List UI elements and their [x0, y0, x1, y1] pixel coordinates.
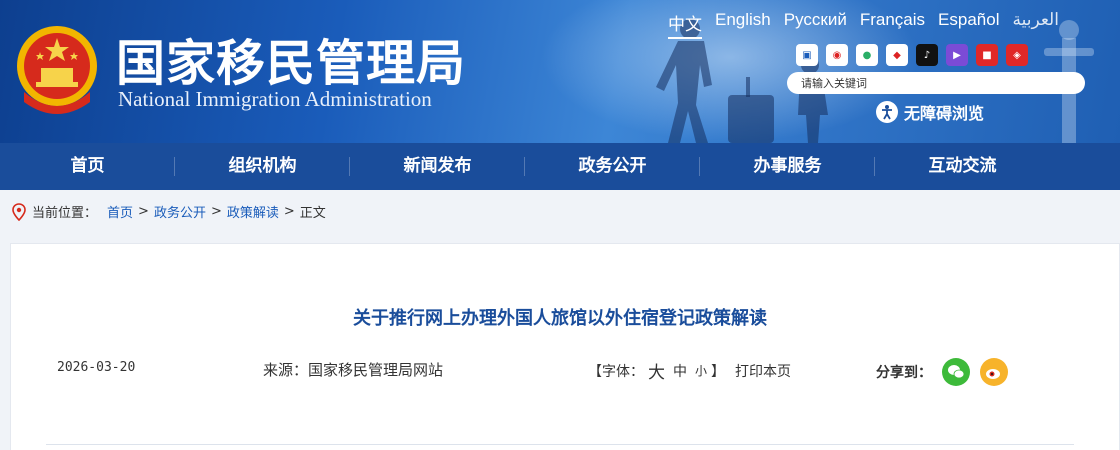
- breadcrumb-separator: >: [138, 204, 149, 219]
- media-icon[interactable]: ◆: [886, 44, 908, 66]
- lang-french[interactable]: Français: [860, 10, 925, 39]
- language-switcher: 中文 English Русский Français Español العر…: [668, 10, 1072, 39]
- article-card: [10, 243, 1120, 450]
- breadcrumb: 当前位置： 首页 > 政务公开 > 政策解读 > 正文: [12, 202, 326, 221]
- breadcrumb-link-government-affairs[interactable]: 政务公开: [154, 202, 206, 221]
- article-source: 来源：国家移民管理局网站: [263, 361, 444, 379]
- weibo-icon[interactable]: ◉: [826, 44, 848, 66]
- social-links: ▣ ◉ ● ◆ ♪ ▶ ■ ◈: [796, 44, 1028, 66]
- share-bar: 分享到：: [876, 358, 1008, 386]
- breadcrumb-separator: >: [283, 204, 295, 219]
- accessibility-icon: [876, 101, 898, 123]
- nav-item-news[interactable]: 新闻发布: [350, 143, 525, 190]
- site-header: 国家移民管理局 National Immigration Administrat…: [0, 0, 1120, 143]
- site-title-cn: 国家移民管理局: [116, 35, 467, 92]
- lang-spanish[interactable]: Español: [938, 10, 999, 39]
- lang-russian[interactable]: Русский: [784, 10, 847, 39]
- video-icon[interactable]: ▶: [946, 44, 968, 66]
- font-label-open: 【字体：: [588, 363, 644, 380]
- article-title: 关于推行网上办理外国人旅馆以外住宿登记政策解读: [353, 308, 767, 329]
- accessible-label: 无障碍浏览: [904, 104, 985, 123]
- lang-chinese[interactable]: 中文: [668, 10, 702, 39]
- lang-english[interactable]: English: [715, 10, 771, 39]
- nav-item-home[interactable]: 首页: [0, 143, 175, 190]
- breadcrumb-current: 正文: [299, 206, 326, 221]
- share-wechat-icon[interactable]: [942, 358, 970, 386]
- nav-item-services[interactable]: 办事服务: [700, 143, 875, 190]
- search-box: [787, 72, 1085, 94]
- font-size-controls: 【字体： 大 中 小 】 打印本页: [588, 358, 791, 383]
- font-label-close: 】: [711, 363, 726, 380]
- lang-arabic[interactable]: العربية: [1012, 10, 1058, 39]
- nav-item-government-affairs[interactable]: 政务公开: [525, 143, 700, 190]
- main-nav: 首页 组织机构 新闻发布 政务公开 办事服务 互动交流: [0, 143, 1120, 190]
- share-weibo-icon[interactable]: [980, 358, 1008, 386]
- toutiao-icon[interactable]: ■: [976, 44, 998, 66]
- font-size-large-button[interactable]: 大: [648, 358, 665, 383]
- content-divider: [46, 444, 1074, 445]
- font-size-small-button[interactable]: 小: [695, 362, 707, 379]
- nav-item-organization[interactable]: 组织机构: [175, 143, 350, 190]
- accessible-browsing-button[interactable]: 无障碍浏览: [876, 100, 984, 124]
- site-title-en: National Immigration Administration: [118, 87, 432, 111]
- nav-item-interaction[interactable]: 互动交流: [875, 143, 1050, 190]
- location-pin-icon: [12, 202, 26, 221]
- app-icon[interactable]: ▣: [796, 44, 818, 66]
- breadcrumb-separator: >: [210, 204, 222, 219]
- wechat-icon[interactable]: ●: [856, 44, 878, 66]
- breadcrumb-link-policy[interactable]: 政策解读: [227, 202, 279, 221]
- share-label: 分享到：: [876, 365, 932, 381]
- font-size-medium-button[interactable]: 中: [673, 361, 687, 381]
- national-emblem-icon: [17, 26, 97, 114]
- douyin-icon[interactable]: ♪: [916, 44, 938, 66]
- print-page-button[interactable]: 打印本页: [735, 361, 791, 381]
- search-input[interactable]: [801, 76, 1071, 90]
- breadcrumb-link-home[interactable]: 首页: [107, 202, 133, 221]
- kuaishou-icon[interactable]: ◈: [1006, 44, 1028, 66]
- breadcrumb-prefix: 当前位置：: [32, 206, 98, 221]
- article-date: 2026-03-20: [57, 360, 136, 375]
